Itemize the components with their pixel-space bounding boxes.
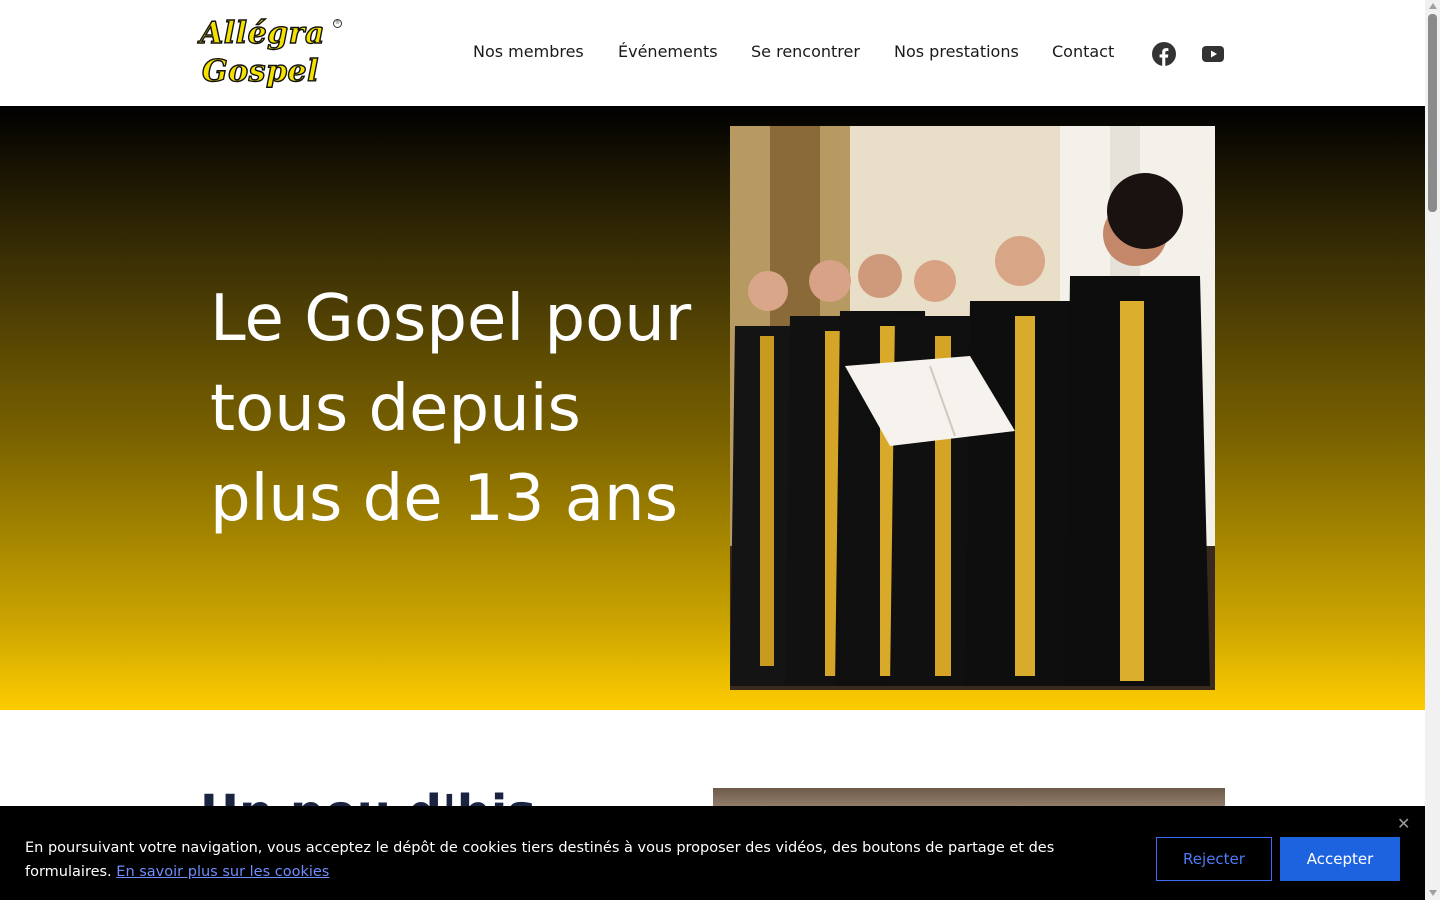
scroll-up-arrow-icon[interactable] (1429, 3, 1437, 9)
close-icon[interactable]: ✕ (1397, 814, 1410, 833)
logo-word-gospel: Gospel (201, 53, 319, 89)
choir-singing-photo (730, 126, 1215, 690)
hero-section: Le Gospel pour tous depuis plus de 13 an… (0, 106, 1425, 710)
scrollbar-thumb[interactable] (1428, 14, 1437, 212)
site-header: Allégra Gospel ® Nos membres Événements … (0, 0, 1425, 106)
reject-cookies-button[interactable]: Rejecter (1156, 837, 1272, 881)
accept-cookies-button[interactable]: Accepter (1280, 837, 1400, 881)
nav-item-evenements[interactable]: Événements (618, 42, 718, 61)
registered-mark: ® (333, 19, 342, 28)
site-logo[interactable]: Allégra Gospel ® (199, 15, 345, 90)
cookie-banner: En poursuivant votre navigation, vous ac… (0, 806, 1425, 900)
facebook-icon[interactable] (1152, 42, 1176, 70)
hero-title: Le Gospel pour tous depuis plus de 13 an… (210, 282, 692, 536)
nav-item-se-rencontrer[interactable]: Se rencontrer (751, 42, 860, 61)
nav-item-nos-prestations[interactable]: Nos prestations (894, 42, 1019, 61)
page-scrollbar[interactable] (1425, 0, 1440, 900)
logo-word-allegra: Allégra (199, 15, 325, 51)
youtube-icon[interactable] (1201, 42, 1225, 70)
nav-item-contact[interactable]: Contact (1052, 42, 1114, 61)
cookie-learn-more-link[interactable]: En savoir plus sur les cookies (116, 864, 329, 880)
scroll-down-arrow-icon[interactable] (1429, 890, 1437, 896)
cookie-message: En poursuivant votre navigation, vous ac… (25, 836, 1055, 884)
nav-item-nos-membres[interactable]: Nos membres (473, 42, 584, 61)
